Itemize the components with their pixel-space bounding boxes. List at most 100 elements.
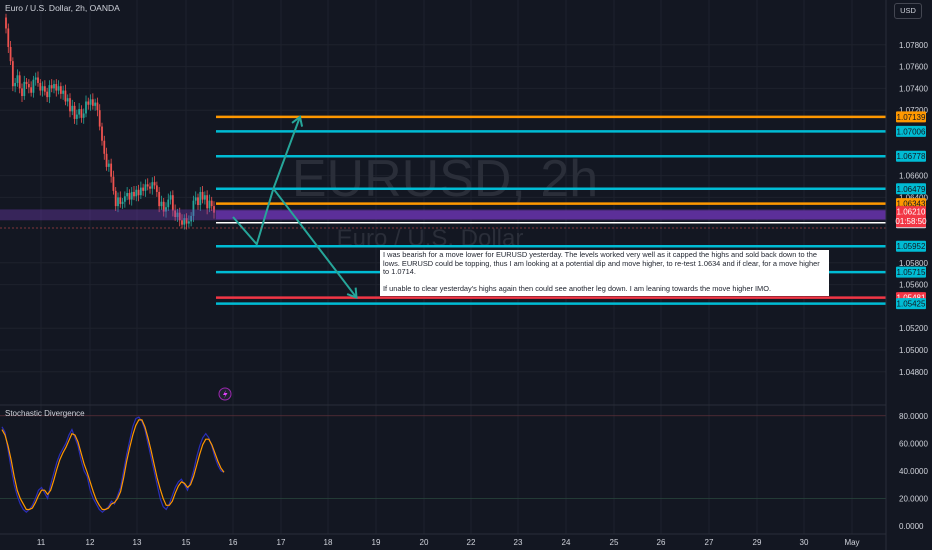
candle	[14, 82, 17, 87]
candle	[112, 176, 115, 191]
candle	[25, 81, 28, 85]
price-axis-label: 1.07600	[899, 63, 928, 72]
candle	[41, 86, 44, 91]
candle	[87, 101, 90, 105]
price-tag-timer: 01:58:50	[895, 217, 927, 226]
candle	[66, 98, 69, 102]
candle	[34, 77, 37, 80]
annotation-note[interactable]: I was bearish for a move lower for EURUS…	[380, 250, 829, 296]
candle	[123, 196, 126, 202]
level-tag-label: 1.05952	[897, 242, 926, 251]
candle	[139, 187, 142, 196]
candle	[64, 90, 67, 102]
candle	[169, 195, 172, 200]
candle	[73, 105, 76, 119]
currency-button[interactable]: USD	[894, 3, 922, 19]
candle	[197, 197, 199, 206]
time-axis-label: 23	[514, 538, 523, 547]
candle	[160, 201, 163, 207]
candle	[57, 86, 60, 91]
annotation-paragraph-2: If unable to clear yesterday's highs aga…	[383, 283, 772, 293]
candle	[59, 86, 62, 94]
candle	[210, 200, 213, 207]
oscillator-axis-label: 60.0000	[899, 439, 928, 448]
candle	[137, 189, 140, 196]
time-axis-label: 11	[37, 538, 46, 547]
annotation-paragraph-1: I was bearish for a move lower for EURUS…	[383, 250, 820, 277]
candle	[128, 193, 131, 200]
level-tag-label: 1.07139	[897, 113, 926, 122]
candle	[85, 101, 87, 114]
time-axis-label: 24	[562, 538, 571, 547]
candle	[43, 86, 46, 92]
candle	[27, 84, 30, 88]
price-axis-label: 1.04800	[899, 368, 928, 377]
level-tag-label: 1.06479	[897, 185, 926, 194]
watermark-name: Euro / U.S. Dollar	[337, 225, 524, 252]
price-axis-label: 1.05200	[899, 324, 928, 333]
candle	[53, 84, 55, 89]
candle	[91, 99, 94, 106]
time-axis-label: 25	[610, 538, 619, 547]
time-axis-label: 17	[277, 538, 286, 547]
candle	[9, 46, 12, 62]
candle	[11, 61, 14, 87]
candle	[206, 195, 209, 209]
candle	[119, 197, 122, 204]
candle	[194, 197, 197, 201]
oscillator-axis-label: 80.0000	[899, 412, 928, 421]
candle	[203, 195, 206, 200]
purple-zone[interactable]	[216, 210, 886, 220]
level-tag-label: 1.06778	[897, 152, 926, 161]
watermark-symbol: EURUSD, 2h	[292, 150, 598, 208]
candle	[75, 114, 78, 119]
time-axis-label: 19	[372, 538, 381, 547]
time-axis-label: 30	[800, 538, 809, 547]
candle	[110, 163, 113, 177]
candle	[121, 201, 124, 204]
candle	[96, 102, 99, 111]
candle	[142, 187, 145, 191]
candle	[89, 99, 92, 105]
candle	[37, 77, 39, 83]
candle	[208, 200, 211, 209]
symbol-title[interactable]: Euro / U.S. Dollar, 2h, OANDA	[5, 3, 120, 13]
candle	[187, 221, 190, 224]
candle	[155, 185, 158, 192]
candle	[114, 190, 117, 207]
candle	[130, 191, 133, 200]
candle	[158, 191, 161, 207]
candle	[39, 82, 42, 91]
level-tag-label: 1.07006	[897, 127, 926, 136]
candle	[23, 81, 26, 97]
candle	[80, 109, 83, 118]
candle	[46, 91, 49, 98]
candle	[144, 184, 147, 191]
candle	[32, 79, 35, 93]
candle	[94, 102, 97, 106]
lightning-icon[interactable]	[218, 387, 232, 401]
oscillator-axis-label: 0.0000	[899, 522, 924, 531]
candle	[149, 186, 151, 189]
time-axis-label: 22	[467, 538, 476, 547]
time-axis-label: 20	[420, 538, 429, 547]
candle	[201, 191, 204, 200]
candle	[167, 199, 170, 208]
time-axis-label: 15	[182, 538, 191, 547]
candle	[18, 75, 21, 89]
candle	[153, 182, 156, 186]
candle	[126, 193, 129, 197]
candle	[71, 105, 74, 112]
candle	[21, 88, 23, 97]
oscillator-axis-label: 20.0000	[899, 494, 928, 503]
price-axis-label: 1.05000	[899, 346, 928, 355]
candle	[5, 17, 7, 29]
oscillator-title[interactable]: Stochastic Divergence	[5, 409, 85, 418]
candle	[69, 98, 71, 112]
candle	[30, 87, 33, 93]
candle	[82, 113, 85, 118]
price-axis-label: 1.07800	[899, 41, 928, 50]
candle	[107, 163, 110, 167]
time-axis-label: 16	[229, 538, 238, 547]
candle	[16, 75, 19, 83]
